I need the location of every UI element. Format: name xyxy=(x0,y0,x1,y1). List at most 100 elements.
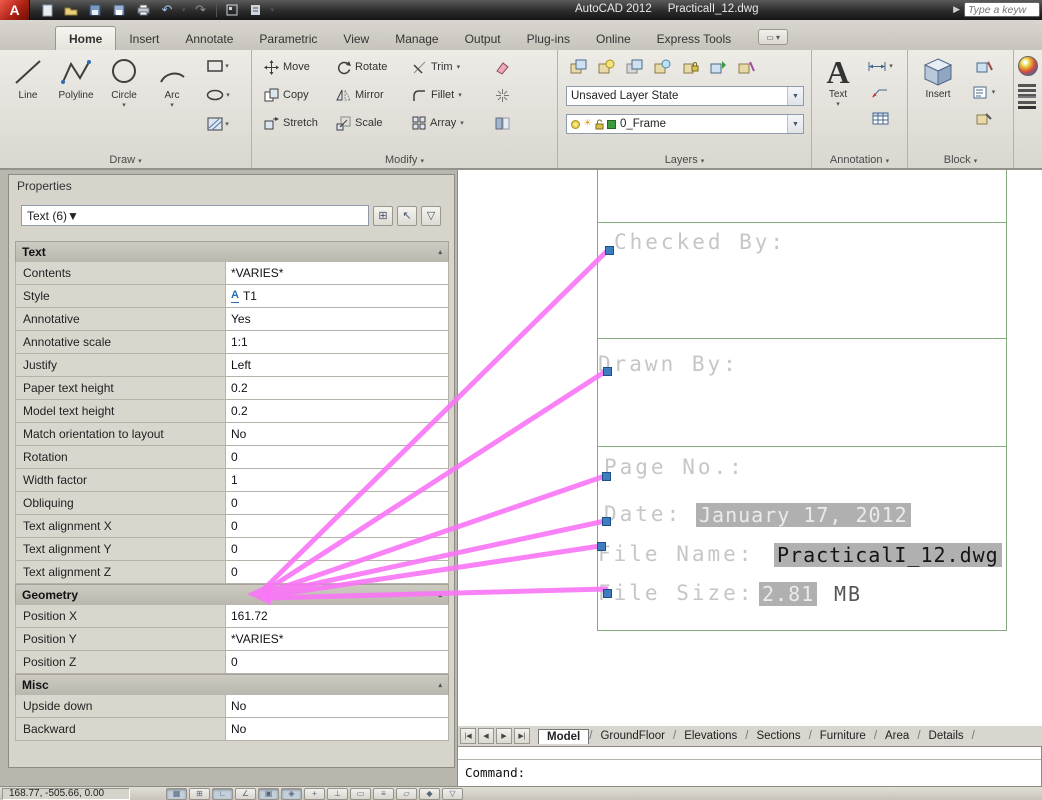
grip-drawn-by[interactable] xyxy=(603,367,612,376)
coordinate-readout[interactable]: 168.77, -505.66, 0.00 xyxy=(2,787,130,800)
property-value[interactable]: *VARIES* xyxy=(226,262,448,284)
edit-attributes-button[interactable]: ▾ xyxy=(968,80,1000,104)
grid-toggle-button[interactable]: ⊞ xyxy=(189,787,210,800)
arc-tool-button[interactable]: Arc ▾ xyxy=(148,53,196,137)
layer-properties-icon[interactable] xyxy=(566,54,592,78)
quick-properties-toggle-button[interactable]: ◆ xyxy=(419,787,440,800)
tab-insert[interactable]: Insert xyxy=(116,27,172,50)
annotation-panel-label[interactable]: Annotation ▾ xyxy=(812,154,907,166)
cad-text-file-size-unit[interactable]: MB xyxy=(834,582,862,606)
property-value[interactable]: 0 xyxy=(226,515,448,537)
draw-panel-expand-icon[interactable]: ▾ xyxy=(138,158,142,165)
undo-icon[interactable]: ↶ xyxy=(158,2,176,18)
redo-icon[interactable]: ↷ xyxy=(192,2,210,18)
layout-tab-elevations[interactable]: Elevations xyxy=(676,729,745,743)
property-value[interactable]: A T1 xyxy=(226,285,448,307)
layer-dropdown-icon[interactable]: ▼ xyxy=(787,115,803,133)
property-value[interactable]: 0 xyxy=(226,651,448,673)
last-layout-icon[interactable]: ▶| xyxy=(514,728,530,744)
3dosnap-toggle-button[interactable]: ◈ xyxy=(281,787,302,800)
workspace-icon[interactable] xyxy=(223,2,241,18)
mirror-tool-button[interactable]: Mirror xyxy=(332,82,408,108)
property-value[interactable]: *VARIES* xyxy=(226,628,448,650)
property-value[interactable]: 161.72 xyxy=(226,605,448,627)
layer-unlock-icon[interactable] xyxy=(595,119,604,130)
section-header-text[interactable]: Text ▴ xyxy=(15,241,449,262)
trim-flyout-icon[interactable]: ▾ xyxy=(457,63,461,71)
collapse-icon[interactable]: ▴ xyxy=(438,591,442,599)
line-tool-button[interactable]: Line xyxy=(4,53,52,137)
cad-text-checked-by[interactable]: Checked By: xyxy=(614,230,786,254)
cad-text-file-size-value[interactable]: 2.81 xyxy=(759,582,818,606)
tab-online[interactable]: Online xyxy=(583,27,644,50)
annotation-panel-expand-icon[interactable]: ▾ xyxy=(886,158,890,165)
lineweight-icon[interactable] xyxy=(1018,95,1036,109)
tab-express-tools[interactable]: Express Tools xyxy=(644,27,744,50)
command-prompt[interactable]: Command: xyxy=(458,760,1041,785)
collapse-icon[interactable]: ▴ xyxy=(438,248,442,256)
section-header-geometry[interactable]: Geometry ▴ xyxy=(15,584,449,605)
text-flyout-icon[interactable]: ▾ xyxy=(836,100,840,108)
layer-make-current-icon[interactable] xyxy=(706,54,732,78)
tab-annotate[interactable]: Annotate xyxy=(172,27,246,50)
layer-state-dropdown-icon[interactable]: ▼ xyxy=(787,87,803,105)
first-layout-icon[interactable]: |◀ xyxy=(460,728,476,744)
property-value[interactable]: 0 xyxy=(226,538,448,560)
ribbon-minimize-button[interactable]: ▭ ▾ xyxy=(758,29,789,45)
color-ball-icon[interactable] xyxy=(1018,56,1038,76)
layer-state-dropdown[interactable]: Unsaved Layer State ▼ xyxy=(566,86,804,106)
tab-plugins[interactable]: Plug-ins xyxy=(514,27,583,50)
grip-file-name[interactable] xyxy=(597,542,606,551)
property-value[interactable]: 0 xyxy=(226,492,448,514)
tab-view[interactable]: View xyxy=(330,27,382,50)
qat-dropdown-icon[interactable]: ▾ xyxy=(271,6,275,14)
pickadd-toggle-button[interactable]: ⊞ xyxy=(373,205,393,226)
layers-panel-label[interactable]: Layers ▾ xyxy=(558,154,811,166)
move-tool-button[interactable]: Move xyxy=(260,54,332,80)
property-value[interactable]: No xyxy=(226,423,448,445)
modify-panel-label[interactable]: Modify ▾ xyxy=(252,154,557,166)
property-value[interactable]: 1:1 xyxy=(226,331,448,353)
layer-color-swatch[interactable] xyxy=(606,119,616,129)
next-layout-icon[interactable]: ▶ xyxy=(496,728,512,744)
copy-tool-button[interactable]: Copy xyxy=(260,82,332,108)
array-tool-button[interactable]: Array ▾ xyxy=(408,110,486,136)
cad-text-file-name-label[interactable]: File Name: xyxy=(598,542,754,566)
fillet-tool-button[interactable]: Fillet ▾ xyxy=(408,82,486,108)
ortho-toggle-button[interactable]: ∟ xyxy=(212,787,233,800)
undo-dropdown-icon[interactable]: ▾ xyxy=(182,6,186,14)
modify-panel-expand-icon[interactable]: ▾ xyxy=(420,158,424,165)
layer-freeze-icon[interactable] xyxy=(650,54,676,78)
ellipse-tool-button[interactable]: ▾ xyxy=(200,82,236,108)
snap-toggle-button[interactable]: ▦ xyxy=(166,787,187,800)
property-value[interactable]: 0 xyxy=(226,561,448,583)
drawing-canvas[interactable]: Checked By: Drawn By: Page No.: Date: Ja… xyxy=(457,170,1042,726)
tab-manage[interactable]: Manage xyxy=(382,27,451,50)
layout-tab-area[interactable]: Area xyxy=(877,729,917,743)
layer-thaw-sun-icon[interactable]: ☀ xyxy=(583,119,592,129)
property-value[interactable]: 0.2 xyxy=(226,400,448,422)
create-block-button[interactable] xyxy=(968,54,1000,78)
circle-tool-button[interactable]: Circle ▾ xyxy=(100,53,148,137)
property-value[interactable]: Yes xyxy=(226,308,448,330)
polar-toggle-button[interactable]: ∠ xyxy=(235,787,256,800)
layers-panel-expand-icon[interactable]: ▾ xyxy=(701,158,705,165)
property-value[interactable]: 0 xyxy=(226,446,448,468)
cad-text-page-no[interactable]: Page No.: xyxy=(604,455,745,479)
circle-flyout-icon[interactable]: ▾ xyxy=(122,101,126,109)
hatch-tool-button[interactable]: ▾ xyxy=(200,111,236,137)
ducs-toggle-button[interactable]: ⊥ xyxy=(327,787,348,800)
grip-file-size[interactable] xyxy=(603,589,612,598)
lwt-toggle-button[interactable]: ≡ xyxy=(373,787,394,800)
text-tool-button[interactable]: A Text ▾ xyxy=(818,54,858,130)
dyn-toggle-button[interactable]: ▭ xyxy=(350,787,371,800)
quick-select-button[interactable]: ▽ xyxy=(421,205,441,226)
infocenter-collapse-icon[interactable]: ▶ xyxy=(953,4,960,15)
erase-tool-button[interactable] xyxy=(486,55,518,79)
rectangle-tool-button[interactable]: ▾ xyxy=(200,53,236,79)
section-header-misc[interactable]: Misc ▴ xyxy=(15,674,449,695)
fade-tool-button[interactable] xyxy=(486,111,518,135)
draw-panel-label[interactable]: Draw ▾ xyxy=(0,154,251,166)
osnap-toggle-button[interactable]: ▣ xyxy=(258,787,279,800)
layout-tab-furniture[interactable]: Furniture xyxy=(812,729,874,743)
